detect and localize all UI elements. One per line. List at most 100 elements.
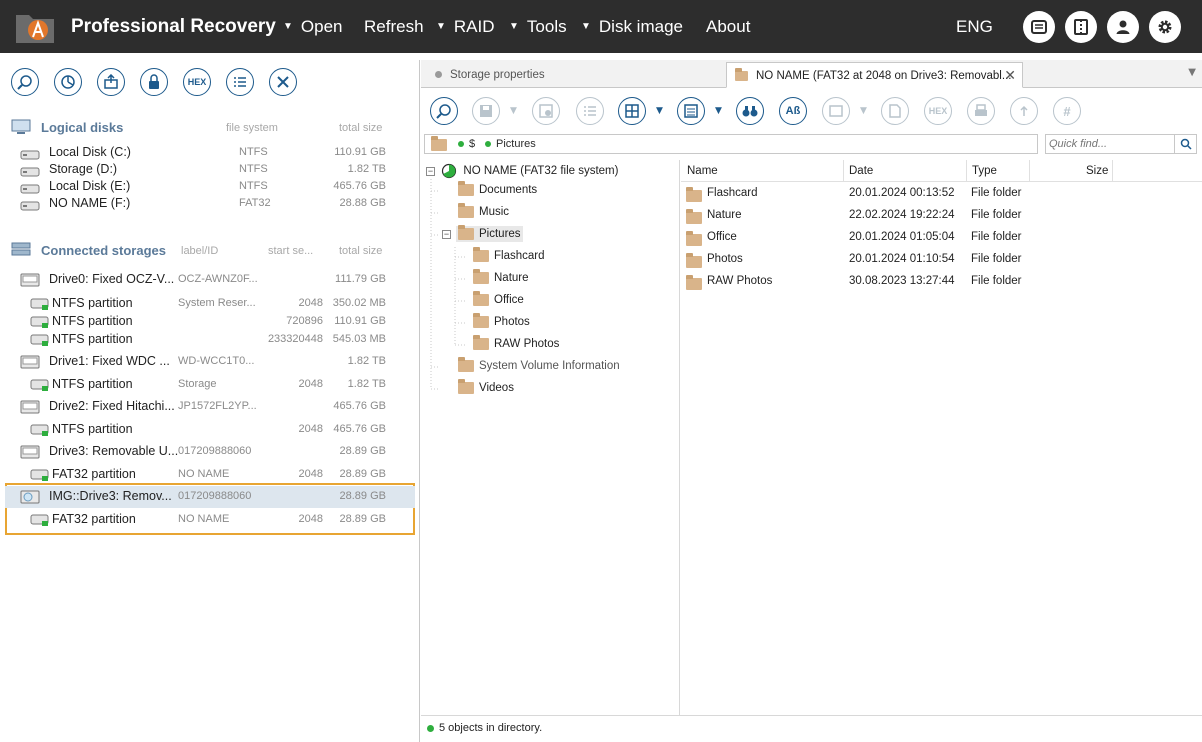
- col-divider[interactable]: [1029, 160, 1030, 182]
- col-type[interactable]: Type: [972, 165, 997, 177]
- tree-folder-item[interactable]: Photos: [424, 313, 680, 334]
- storage-row[interactable]: NTFS partition 233320448 545.03 MB: [5, 329, 415, 351]
- hard-drive-icon: [20, 355, 40, 369]
- tree-folder-item[interactable]: − Pictures: [424, 225, 680, 246]
- connected-storages-heading: Connected storages: [41, 243, 166, 258]
- close-storage-button[interactable]: [269, 68, 297, 96]
- print-button[interactable]: [967, 97, 995, 125]
- menu-about[interactable]: About: [706, 17, 750, 37]
- path-segment[interactable]: $: [469, 138, 475, 150]
- logical-disk-row[interactable]: NO NAME (F:) FAT32 28.88 GB: [0, 196, 420, 214]
- save-button[interactable]: [472, 97, 500, 125]
- menu-disk-image[interactable]: ▼ Disk image: [581, 17, 683, 37]
- path-segment[interactable]: Pictures: [496, 138, 536, 150]
- account-button[interactable]: [1107, 11, 1139, 43]
- col-size[interactable]: Size: [1086, 165, 1108, 177]
- search-files-button[interactable]: [736, 97, 764, 125]
- logical-disk-row[interactable]: Local Disk (C:) NTFS 110.91 GB: [0, 145, 420, 163]
- storage-row[interactable]: Drive3: Removable U... 017209888060 28.89 …: [5, 441, 415, 463]
- tree-folder-item[interactable]: Flashcard: [424, 247, 680, 268]
- log-button[interactable]: [1023, 11, 1055, 43]
- find-button[interactable]: [430, 97, 458, 125]
- tree-folder-item[interactable]: Documents: [424, 181, 680, 202]
- col-divider[interactable]: [843, 160, 844, 182]
- col-divider[interactable]: [1112, 160, 1113, 182]
- menu-open[interactable]: ▼ Open: [283, 17, 343, 37]
- storage-row[interactable]: Drive2: Fixed Hitachi... JP1572FL2YP... 46…: [5, 396, 415, 418]
- storage-row[interactable]: FAT32 partition NO NAME 2048 28.89 GB: [5, 464, 415, 486]
- col-name[interactable]: Name: [687, 165, 718, 177]
- storage-row[interactable]: Drive1: Fixed WDC ... WD-WCC1T0... 1.82 TB: [5, 351, 415, 373]
- storage-row[interactable]: FAT32 partition NO NAME 2048 28.89 GB: [5, 509, 415, 531]
- settings-button[interactable]: [1149, 11, 1181, 43]
- panel-toggle-button[interactable]: [1065, 11, 1097, 43]
- storage-row[interactable]: IMG::Drive3: Remov... 017209888060 28.89 G…: [5, 486, 415, 508]
- panel-icon: [1074, 19, 1088, 35]
- tab-storage-properties[interactable]: Storage properties: [429, 62, 725, 88]
- tab-close-icon[interactable]: ✕: [1004, 67, 1016, 84]
- encoding-button[interactable]: Aß: [779, 97, 807, 125]
- properties-button[interactable]: [226, 68, 254, 96]
- file-row[interactable]: Photos 20.01.2024 01:10:54 File folder: [681, 249, 1202, 271]
- folder-tree: − NO NAME (FAT32 file system) Documents M…: [424, 160, 680, 715]
- folder-icon: [458, 225, 474, 240]
- menu-refresh[interactable]: Refresh: [364, 17, 424, 37]
- find-button[interactable]: [1174, 135, 1196, 153]
- tree-folder-item[interactable]: System Volume Information: [424, 357, 680, 378]
- menu-raid[interactable]: ▼ RAID: [436, 17, 495, 37]
- quick-find-input[interactable]: [1046, 135, 1172, 153]
- tree-folder-item[interactable]: Nature: [424, 269, 680, 290]
- tree-root[interactable]: − NO NAME (FAT32 file system): [426, 163, 618, 183]
- storage-row[interactable]: NTFS partition 2048 465.76 GB: [5, 419, 415, 441]
- logical-disk-row[interactable]: Local Disk (E:) NTFS 465.76 GB: [0, 179, 420, 197]
- menu-arrow-icon: ▼: [581, 21, 591, 32]
- dropdown-arrow-icon[interactable]: ▼: [860, 106, 867, 116]
- hash-button[interactable]: #: [1053, 97, 1081, 125]
- file-row[interactable]: RAW Photos 30.08.2023 13:27:44 File folder: [681, 271, 1202, 293]
- preview-button[interactable]: [822, 97, 850, 125]
- path-bar[interactable]: $ Pictures: [424, 134, 1038, 154]
- open-disk-icon: [104, 74, 118, 89]
- quick-find[interactable]: [1045, 134, 1197, 154]
- view-mode-button[interactable]: [618, 97, 646, 125]
- file-row[interactable]: Office 20.01.2024 01:05:04 File folder: [681, 227, 1202, 249]
- app-logo-icon: [16, 15, 54, 43]
- dropdown-arrow-icon[interactable]: ▼: [656, 106, 663, 116]
- menu-tools[interactable]: ▼ Tools: [509, 17, 567, 37]
- hex-button[interactable]: HEX: [924, 97, 952, 125]
- file-row[interactable]: Flashcard 20.01.2024 00:13:52 File folder: [681, 183, 1202, 205]
- checklist-button[interactable]: [576, 97, 604, 125]
- hex-view-button[interactable]: HEX: [183, 68, 211, 96]
- file-info-button[interactable]: [881, 97, 909, 125]
- tab-menu-icon[interactable]: ▼: [1188, 67, 1196, 78]
- lock-button[interactable]: [140, 68, 168, 96]
- preview-icon: [829, 105, 843, 117]
- logical-disk-row[interactable]: Storage (D:) NTFS 1.82 TB: [0, 162, 420, 180]
- list-view-button[interactable]: [677, 97, 705, 125]
- list-view-icon: [684, 104, 698, 118]
- storage-row[interactable]: NTFS partition Storage 2048 1.82 TB: [5, 374, 415, 396]
- tree-folder-item[interactable]: Videos: [424, 379, 680, 400]
- tab-file-browser[interactable]: NO NAME (FAT32 at 2048 on Drive3: Remova…: [726, 62, 1023, 88]
- language-selector[interactable]: ENG: [956, 17, 993, 37]
- collapse-icon[interactable]: −: [442, 230, 451, 239]
- tree-folder-item[interactable]: Office: [424, 291, 680, 312]
- dropdown-arrow-icon[interactable]: ▼: [510, 106, 517, 116]
- col-date[interactable]: Date: [849, 165, 873, 177]
- collapse-icon[interactable]: −: [426, 166, 435, 176]
- dropdown-arrow-icon[interactable]: ▼: [715, 106, 722, 116]
- col-divider[interactable]: [966, 160, 967, 182]
- tree-folder-item[interactable]: RAW Photos: [424, 335, 680, 356]
- parent-folder-button[interactable]: [1010, 97, 1038, 125]
- tree-folder-item[interactable]: Music: [424, 203, 680, 224]
- scan-button[interactable]: [11, 68, 39, 96]
- disk-analyze-button[interactable]: [54, 68, 82, 96]
- save-icon: [480, 105, 492, 117]
- app-title: Professional Recovery: [71, 16, 276, 37]
- save-selected-button[interactable]: [532, 97, 560, 125]
- storage-row[interactable]: Drive0: Fixed OCZ-V... OCZ-AWNZ0F... 111.7…: [5, 269, 415, 291]
- storages-icon: [11, 242, 31, 256]
- user-icon: [1116, 20, 1130, 34]
- open-file-button[interactable]: [97, 68, 125, 96]
- file-row[interactable]: Nature 22.02.2024 19:22:24 File folder: [681, 205, 1202, 227]
